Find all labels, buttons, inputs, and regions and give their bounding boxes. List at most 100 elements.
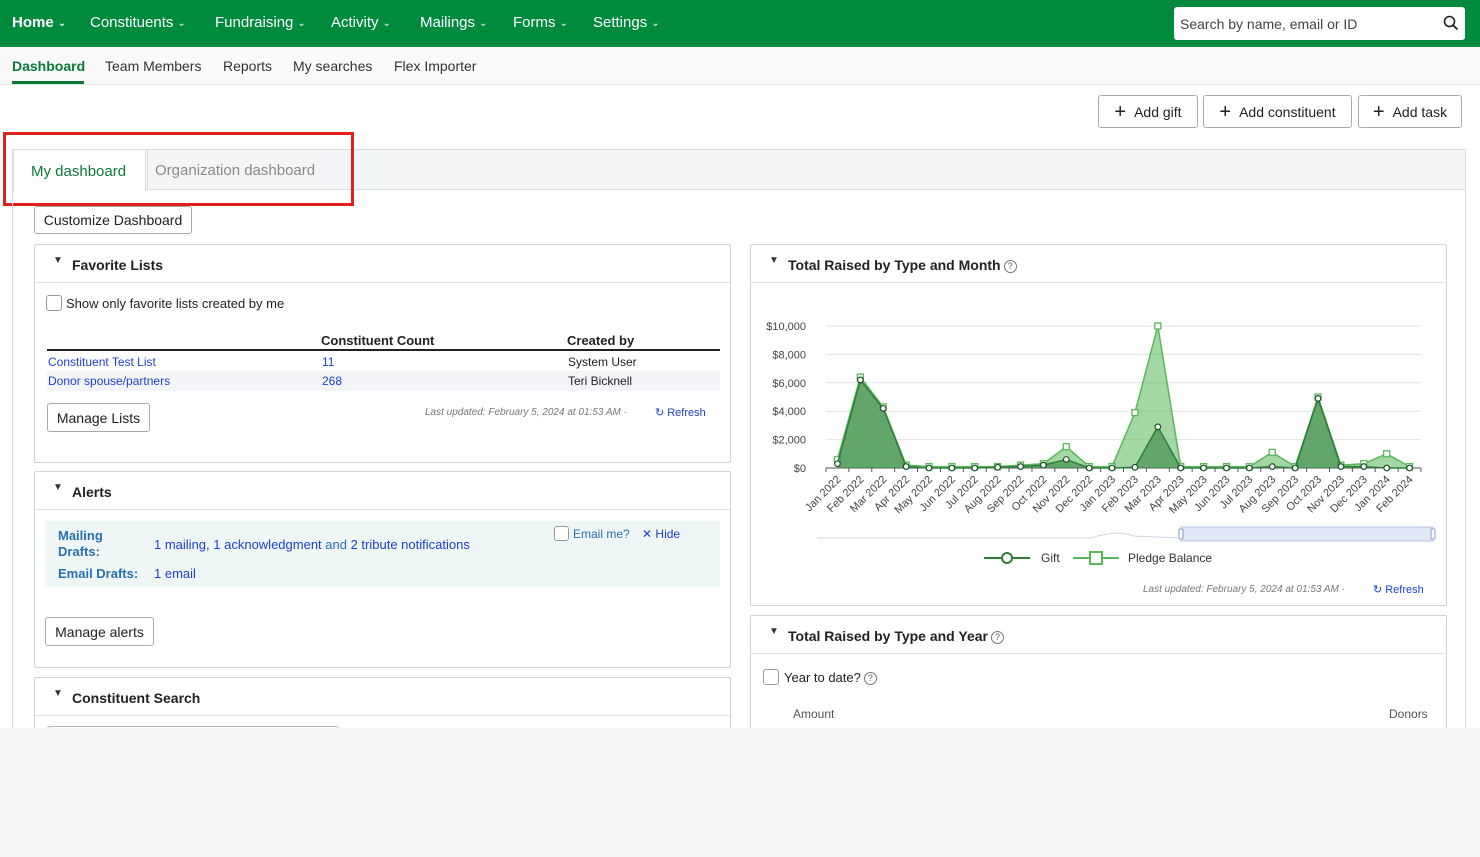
chevron-down-icon: ⌄ [651, 18, 660, 29]
data-point [1268, 448, 1276, 457]
y-tick-label: $4,000 [772, 406, 806, 418]
panel-header[interactable]: ▼ Favorite Lists [35, 245, 730, 283]
navigator-series [817, 532, 1182, 539]
nav-settings[interactable]: Settings ⌄ [593, 14, 660, 31]
data-point [1360, 463, 1368, 470]
panel-header[interactable]: ▼ Alerts [35, 472, 730, 510]
data-point [1131, 408, 1139, 417]
column-header: Created by [567, 333, 635, 348]
favorite-lists-panel: ▼ Favorite Lists Show only favorite list… [34, 244, 731, 463]
email-me-checkbox[interactable] [554, 526, 569, 541]
data-point [925, 464, 933, 472]
sub-navigation: Dashboard Team Members Reports My search… [0, 47, 1480, 85]
acknowledgment-link[interactable]: 1 acknowledgment [213, 537, 321, 552]
mailing-link[interactable]: 1 mailing [154, 537, 206, 552]
data-point [834, 460, 841, 468]
help-icon[interactable]: ? [863, 672, 877, 685]
help-icon[interactable]: ? [990, 631, 1004, 644]
add-gift-button[interactable]: + Add gift [1098, 95, 1198, 128]
chevron-down-icon[interactable]: ▼ [53, 255, 63, 266]
help-icon[interactable]: ? [1003, 260, 1017, 273]
list-count-link[interactable]: 11 [322, 355, 334, 369]
mailing-drafts-label: Mailing Drafts: [58, 528, 103, 559]
data-point [1200, 464, 1207, 472]
search-input[interactable] [1174, 7, 1434, 40]
favorite-lists-checkbox[interactable] [46, 295, 62, 311]
add-task-button[interactable]: + Add task [1358, 95, 1462, 128]
hide-alerts-link[interactable]: ✕ Hide [642, 527, 680, 541]
subnav-my-searches[interactable]: My searches [293, 58, 372, 74]
list-name-link[interactable]: Constituent Test List [48, 355, 156, 369]
y-tick-label: $6,000 [772, 378, 806, 390]
data-point [879, 404, 887, 412]
data-point [1245, 464, 1253, 472]
data-point [1062, 456, 1070, 463]
content-border [12, 190, 13, 728]
highlight-box [3, 132, 354, 206]
panel-header[interactable]: ▼ Total Raised by Type and Year? [751, 616, 1446, 654]
legend-pledge-marker [1089, 551, 1103, 565]
refresh-link[interactable]: ↻ Refresh [1373, 583, 1424, 596]
nav-forms[interactable]: Forms ⌄ [513, 14, 568, 31]
chevron-down-icon[interactable]: ▼ [53, 688, 63, 699]
panel-header[interactable]: ▼ Total Raised by Type and Month? [751, 245, 1446, 283]
nav-mailings[interactable]: Mailings ⌄ [420, 14, 487, 31]
manage-alerts-button[interactable]: Manage alerts [45, 617, 154, 646]
data-point [1337, 463, 1345, 470]
list-name-link[interactable]: Donor spouse/partners [48, 374, 170, 388]
nav-home[interactable]: Home ⌄ [12, 14, 66, 31]
y-tick-label: $10,000 [766, 321, 806, 333]
plus-icon: + [1114, 100, 1127, 123]
checkbox-label: Show only favorite lists created by me [66, 296, 285, 311]
manage-lists-button[interactable]: Manage Lists [47, 403, 150, 432]
active-tab-indicator [12, 81, 84, 84]
last-updated-text: Last updated: February 5, 2024 at 01:53 … [1143, 584, 1345, 595]
search-icon[interactable] [1443, 15, 1459, 31]
year-to-date-checkbox[interactable] [763, 669, 779, 685]
close-icon: ✕ [642, 527, 653, 541]
subnav-flex-importer[interactable]: Flex Importer [394, 58, 476, 74]
chevron-down-icon[interactable]: ▼ [769, 255, 779, 266]
data-point [1406, 464, 1413, 472]
chevron-down-icon: ⌄ [57, 18, 67, 29]
panel-header[interactable]: ▼ Constituent Search [35, 678, 730, 716]
chevron-down-icon[interactable]: ▼ [769, 626, 779, 637]
column-header: Amount [793, 707, 835, 721]
subnav-reports[interactable]: Reports [223, 58, 272, 74]
constituent-search-panel: ▼ Constituent Search [34, 677, 731, 728]
alerts-panel: ▼ Alerts Mailing Drafts: 1 mailing, 1 ac… [34, 471, 731, 668]
refresh-link[interactable]: ↻ Refresh [655, 406, 706, 419]
table-header-rule [47, 349, 720, 351]
y-tick-label: $8,000 [772, 349, 806, 361]
chevron-down-icon[interactable]: ▼ [53, 482, 63, 493]
panel-title: Favorite Lists [72, 257, 164, 273]
chevron-down-icon: ⌄ [382, 18, 391, 29]
refresh-icon: ↻ [655, 407, 665, 419]
data-point [1314, 395, 1322, 402]
list-created-by: Teri Bicknell [568, 374, 633, 388]
constituent-search-input[interactable] [47, 726, 339, 728]
table-row: Donor spouse/partners 268 Teri Bicknell [47, 371, 720, 391]
nav-fundraising[interactable]: Fundraising ⌄ [215, 14, 306, 31]
column-header: Constituent Count [321, 333, 435, 348]
panel-title: Total Raised by Type and Year? [788, 628, 1004, 644]
subnav-team-members[interactable]: Team Members [105, 58, 201, 74]
list-count-link[interactable]: 268 [322, 374, 342, 388]
customize-dashboard-button[interactable]: Customize Dashboard [34, 206, 192, 234]
chevron-down-icon: ⌄ [559, 18, 568, 29]
tribute-notifications-link[interactable]: 2 tribute notifications [351, 537, 470, 552]
email-drafts-link[interactable]: 1 email [154, 566, 196, 581]
navigator-handle-left [1178, 528, 1184, 540]
data-point [902, 463, 910, 470]
nav-constituents[interactable]: Constituents ⌄ [90, 14, 186, 31]
data-point [1268, 463, 1276, 470]
data-point [971, 464, 979, 472]
refresh-icon: ↻ [1373, 584, 1383, 596]
data-point [948, 464, 956, 472]
nav-activity[interactable]: Activity ⌄ [331, 14, 391, 31]
data-point [1383, 464, 1391, 472]
add-constituent-button[interactable]: + Add constituent [1203, 95, 1352, 128]
data-point [1062, 443, 1070, 451]
subnav-dashboard[interactable]: Dashboard [12, 58, 85, 74]
raised-by-month-chart: $0$2,000$4,000$6,000$8,000$10,000Jan 202… [766, 321, 1436, 565]
